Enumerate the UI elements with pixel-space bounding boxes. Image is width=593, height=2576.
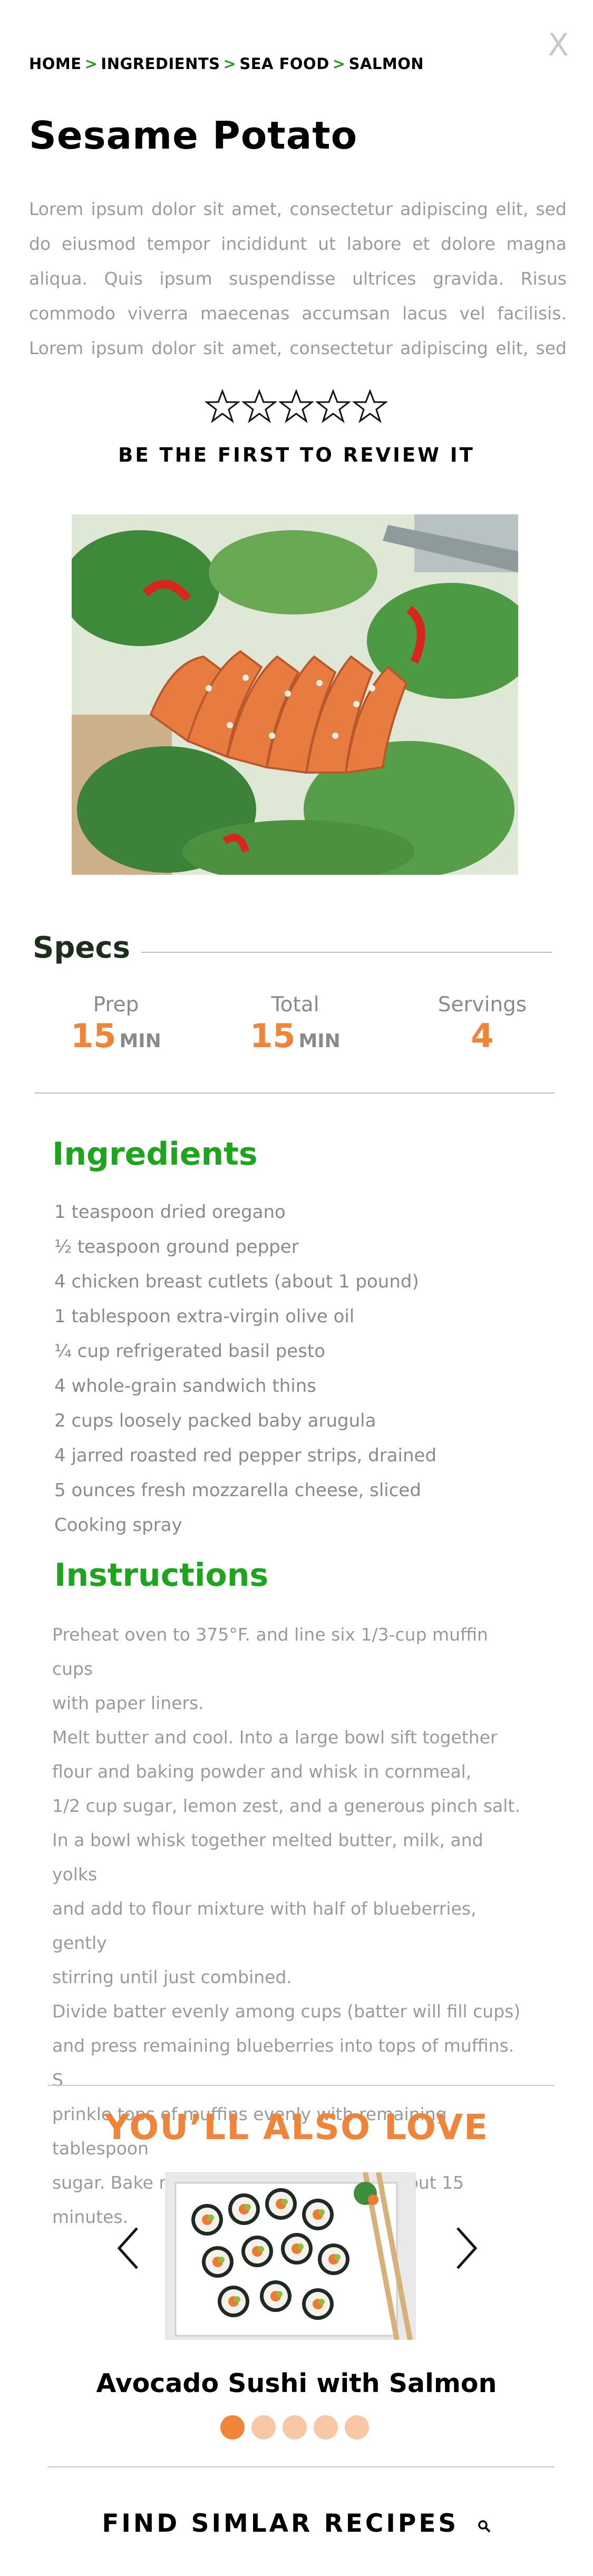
ingredient-item: 2 cups loosely packed baby arugula: [54, 1410, 376, 1431]
breadcrumb-separator: >: [332, 55, 346, 73]
divider: [47, 2466, 555, 2467]
spec-servings: Servings 4: [419, 993, 546, 1055]
ingredient-item: 5 ounces fresh mozzarella cheese, sliced: [54, 1480, 421, 1501]
carousel-dot[interactable]: [220, 2415, 245, 2440]
spec-total-value: 15: [250, 1017, 296, 1055]
instruction-line: with paper liners.: [52, 1693, 204, 1713]
divider: [141, 952, 552, 953]
spec-prep: Prep 15 MIN: [63, 993, 169, 1055]
chevron-right-icon[interactable]: [454, 2226, 479, 2270]
carousel-pagination: [220, 2415, 369, 2440]
star-outline-icon[interactable]: [353, 389, 387, 424]
breadcrumb-separator: >: [84, 55, 98, 73]
instruction-line: and press remaining blueberries into top…: [52, 2035, 514, 2090]
chevron-left-icon[interactable]: [116, 2226, 140, 2270]
ingredients-heading: Ingredients: [52, 1136, 258, 1173]
review-prompt[interactable]: BE THE FIRST TO REVIEW IT: [0, 444, 593, 466]
find-similar-label: FIND SIMLAR RECIPES: [102, 2509, 459, 2538]
ingredient-item: Cooking spray: [54, 1515, 182, 1536]
carousel-recipe-image[interactable]: [165, 2172, 416, 2340]
breadcrumb-sea-food[interactable]: SEA FOOD: [239, 55, 329, 73]
instruction-line: In a bowl whisk together melted butter, …: [52, 1830, 483, 1885]
spec-prep-unit: MIN: [119, 1030, 161, 1052]
ingredient-item: 4 jarred roasted red pepper strips, drai…: [54, 1445, 437, 1466]
search-icon: [478, 2511, 491, 2540]
ingredients-list: 1 teaspoon dried oregano ½ teaspoon grou…: [54, 1195, 436, 1543]
spec-total-label: Total: [271, 993, 319, 1017]
also-love-heading: YOU’LL ALSO LOVE: [104, 2107, 489, 2148]
instructions-heading: Instructions: [54, 1557, 269, 1594]
recipe-hero-image: [72, 514, 518, 875]
rating-stars[interactable]: [205, 389, 387, 424]
spec-total-unit: MIN: [298, 1030, 341, 1052]
ingredient-item: 4 chicken breast cutlets (about 1 pound): [54, 1271, 419, 1292]
breadcrumb-salmon[interactable]: SALMON: [349, 55, 424, 73]
ingredient-item: 4 whole-grain sandwich thins: [54, 1375, 317, 1397]
find-similar-button[interactable]: FIND SIMLAR RECIPES: [0, 2509, 593, 2540]
instruction-line: Divide batter evenly among cups (batter …: [52, 2001, 521, 2022]
instruction-line: Melt butter and cool. Into a large bowl …: [52, 1727, 498, 1748]
carousel-dot[interactable]: [283, 2415, 307, 2440]
ingredient-item: ¼ cup refrigerated basil pesto: [54, 1341, 326, 1362]
breadcrumb-ingredients[interactable]: INGREDIENTS: [101, 55, 220, 73]
star-outline-icon[interactable]: [279, 389, 314, 424]
divider: [47, 2085, 555, 2086]
instruction-line: flour and baking powder and whisk in cor…: [52, 1761, 472, 1782]
close-icon[interactable]: X: [548, 30, 569, 60]
star-outline-icon[interactable]: [316, 389, 351, 424]
spec-total: Total 15 MIN: [240, 993, 351, 1055]
star-outline-icon[interactable]: [205, 389, 240, 424]
breadcrumb-home[interactable]: HOME: [29, 55, 82, 73]
spec-prep-label: Prep: [93, 993, 139, 1017]
divider: [35, 1092, 555, 1094]
sushi-plate-illustration: [165, 2172, 416, 2340]
ingredient-item: 1 tablespoon extra-virgin olive oil: [54, 1306, 355, 1327]
ingredient-item: ½ teaspoon ground pepper: [54, 1236, 299, 1257]
breadcrumb-separator: >: [223, 55, 237, 73]
page-title: Sesame Potato: [29, 113, 358, 158]
carousel-dot[interactable]: [345, 2415, 369, 2440]
breadcrumb: HOME > INGREDIENTS > SEA FOOD > SALMON: [29, 55, 424, 73]
instruction-line: Preheat oven to 375°F. and line six 1/3-…: [52, 1624, 488, 1679]
spec-servings-label: Servings: [438, 993, 527, 1017]
carousel-dot[interactable]: [251, 2415, 276, 2440]
star-outline-icon[interactable]: [242, 389, 277, 424]
spec-servings-value: 4: [471, 1017, 494, 1055]
salmon-salad-illustration: [72, 514, 518, 875]
instruction-line: stirring until just combined.: [52, 1967, 292, 1987]
ingredient-item: 1 teaspoon dried oregano: [54, 1202, 286, 1223]
spec-prep-value: 15: [71, 1017, 116, 1055]
carousel-recipe-name[interactable]: Avocado Sushi with Salmon: [0, 2368, 593, 2398]
specs-heading: Specs: [33, 931, 130, 965]
recipe-description: Lorem ipsum dolor sit amet, consectetur …: [29, 199, 567, 358]
instruction-line: 1/2 cup sugar, lemon zest, and a generou…: [52, 1796, 520, 1816]
carousel-dot[interactable]: [314, 2415, 338, 2440]
instruction-line: and add to flour mixture with half of bl…: [52, 1898, 477, 1953]
